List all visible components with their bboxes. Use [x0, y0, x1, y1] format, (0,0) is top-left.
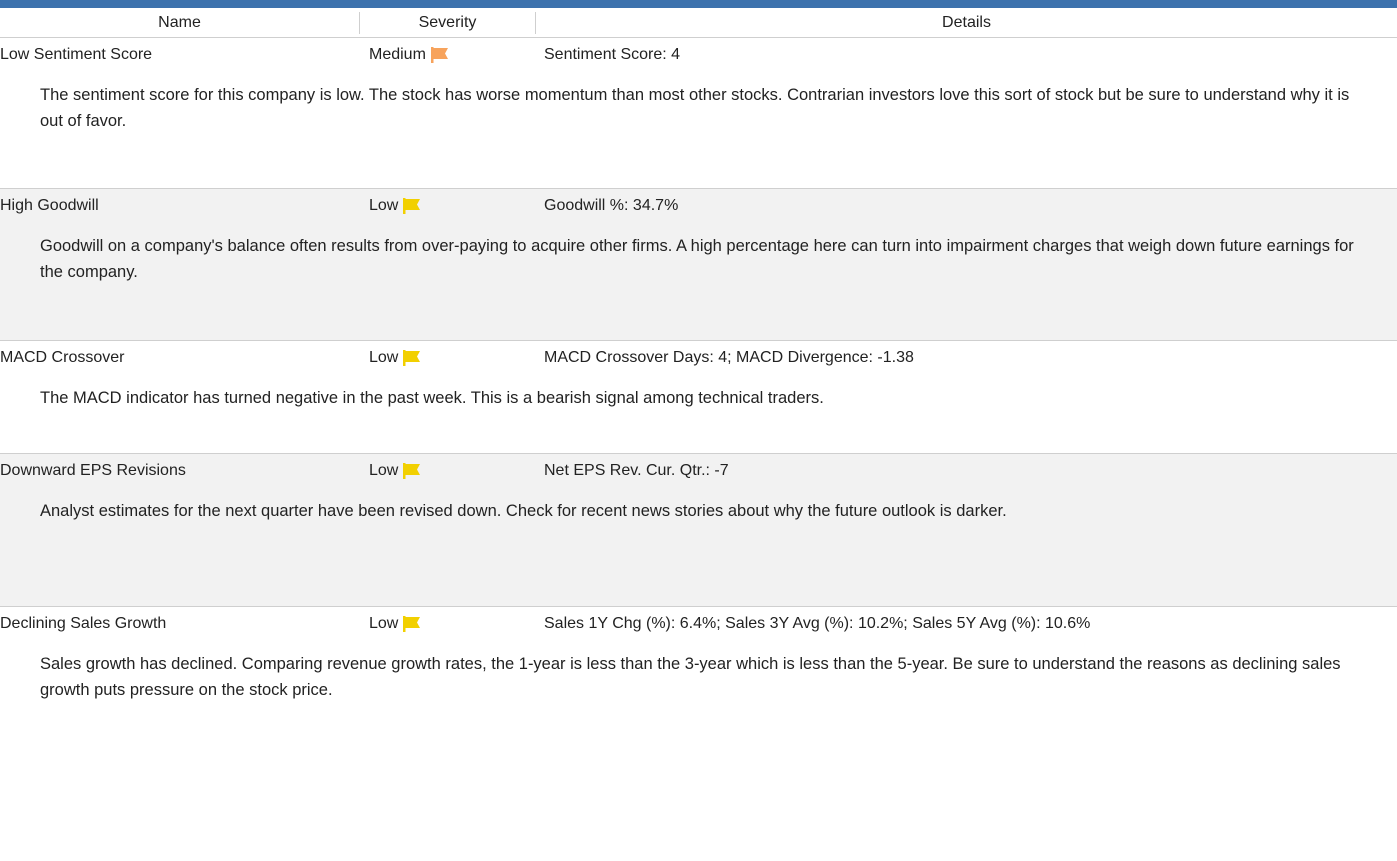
alert-name: Downward EPS Revisions: [0, 462, 186, 479]
orange-flag-icon: [430, 47, 448, 63]
row-summary: Declining Sales Growth Low Sales 1Y Chg …: [0, 607, 1397, 641]
alerts-list: Low Sentiment Score Medium Sentiment Sco…: [0, 38, 1397, 759]
alert-severity: Low: [369, 615, 544, 633]
alert-details: Net EPS Rev. Cur. Qtr.: -7: [544, 462, 729, 479]
alert-severity: Low: [369, 349, 544, 367]
row-summary: High Goodwill Low Goodwill %: 34.7%: [0, 189, 1397, 223]
severity-label: Medium: [369, 46, 426, 63]
alert-details: Sales 1Y Chg (%): 6.4%; Sales 3Y Avg (%)…: [544, 615, 1091, 632]
alert-description: Analyst estimates for the next quarter h…: [40, 502, 1007, 520]
table-header: Name Severity Details: [0, 8, 1397, 38]
alert-description: The MACD indicator has turned negative i…: [40, 389, 824, 407]
alert-description: Goodwill on a company's balance often re…: [40, 237, 1354, 281]
alert-details: Goodwill %: 34.7%: [544, 197, 679, 214]
alert-details: MACD Crossover Days: 4; MACD Divergence:…: [544, 349, 914, 366]
row-summary: Downward EPS Revisions Low Net EPS Rev. …: [0, 454, 1397, 488]
alert-severity: Low: [369, 462, 544, 480]
column-header-name[interactable]: Name: [0, 8, 359, 37]
alert-name: High Goodwill: [0, 197, 99, 214]
column-header-details[interactable]: Details: [536, 8, 1397, 37]
alert-details: Sentiment Score: 4: [544, 46, 681, 63]
table-row: Declining Sales Growth Low Sales 1Y Chg …: [0, 607, 1397, 759]
row-summary: Low Sentiment Score Medium Sentiment Sco…: [0, 38, 1397, 72]
alert-name: Low Sentiment Score: [0, 46, 153, 63]
severity-label: Low: [369, 615, 399, 632]
yellow-flag-icon: [403, 616, 421, 632]
table-row: Low Sentiment Score Medium Sentiment Sco…: [0, 38, 1397, 189]
yellow-flag-icon: [403, 350, 421, 366]
severity-label: Low: [369, 349, 399, 366]
severity-label: Low: [369, 462, 399, 479]
table-row: High Goodwill Low Goodwill %: 34.7% Good…: [0, 189, 1397, 341]
table-row: MACD Crossover Low MACD Crossover Days: …: [0, 341, 1397, 454]
severity-label: Low: [369, 197, 399, 214]
row-summary: MACD Crossover Low MACD Crossover Days: …: [0, 341, 1397, 375]
alert-name: Declining Sales Growth: [0, 615, 167, 632]
alert-description: The sentiment score for this company is …: [40, 86, 1350, 130]
yellow-flag-icon: [403, 198, 421, 214]
column-header-severity[interactable]: Severity: [359, 11, 536, 34]
alert-severity: Medium: [369, 46, 544, 64]
table-row: Downward EPS Revisions Low Net EPS Rev. …: [0, 454, 1397, 607]
alert-description: Sales growth has declined. Comparing rev…: [40, 655, 1341, 699]
top-accent-bar: [0, 0, 1397, 8]
yellow-flag-icon: [403, 463, 421, 479]
alert-name: MACD Crossover: [0, 349, 125, 366]
alert-severity: Low: [369, 197, 544, 215]
